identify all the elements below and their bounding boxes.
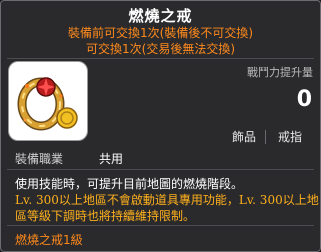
combat-power-value: 0 — [296, 87, 312, 112]
category-tag-ring: 戒指 — [277, 130, 302, 144]
tag-divider — [265, 130, 266, 144]
category-tag-accessory: 飾品 — [231, 130, 256, 144]
description-line: Lv. 300以上地區不會啟動道具專用功能，Lv. 300以上地 — [15, 193, 319, 207]
combat-power-label: 戰鬥力提升量 — [247, 66, 313, 79]
item-tooltip: 燃燒之戒 裝備前可交換1次(裝備後不可交換) 可交換1次(交易後無法交換) 戰鬥… — [0, 0, 321, 252]
description-line: 區等級下調時也將持續維持限制。 — [15, 209, 196, 223]
divider — [7, 225, 314, 226]
equip-job-label: 裝備職業 — [15, 152, 64, 166]
trade-restriction-exchange: 可交換1次(交易後無法交換) — [86, 42, 235, 56]
item-icon-frame — [8, 61, 88, 141]
trade-restriction-equip: 裝備前可交換1次(裝備後不可交換) — [68, 26, 253, 40]
set-info: 燃燒之戒1級 — [15, 233, 83, 247]
description-line: 使用技能時，可提升目前地圖的燃燒階段。 — [15, 177, 244, 191]
equip-job-value: 共用 — [99, 152, 124, 166]
item-name: 燃燒之戒 — [128, 7, 193, 25]
divider — [7, 169, 314, 170]
burning-ring-icon — [17, 77, 78, 131]
divider — [7, 58, 314, 59]
